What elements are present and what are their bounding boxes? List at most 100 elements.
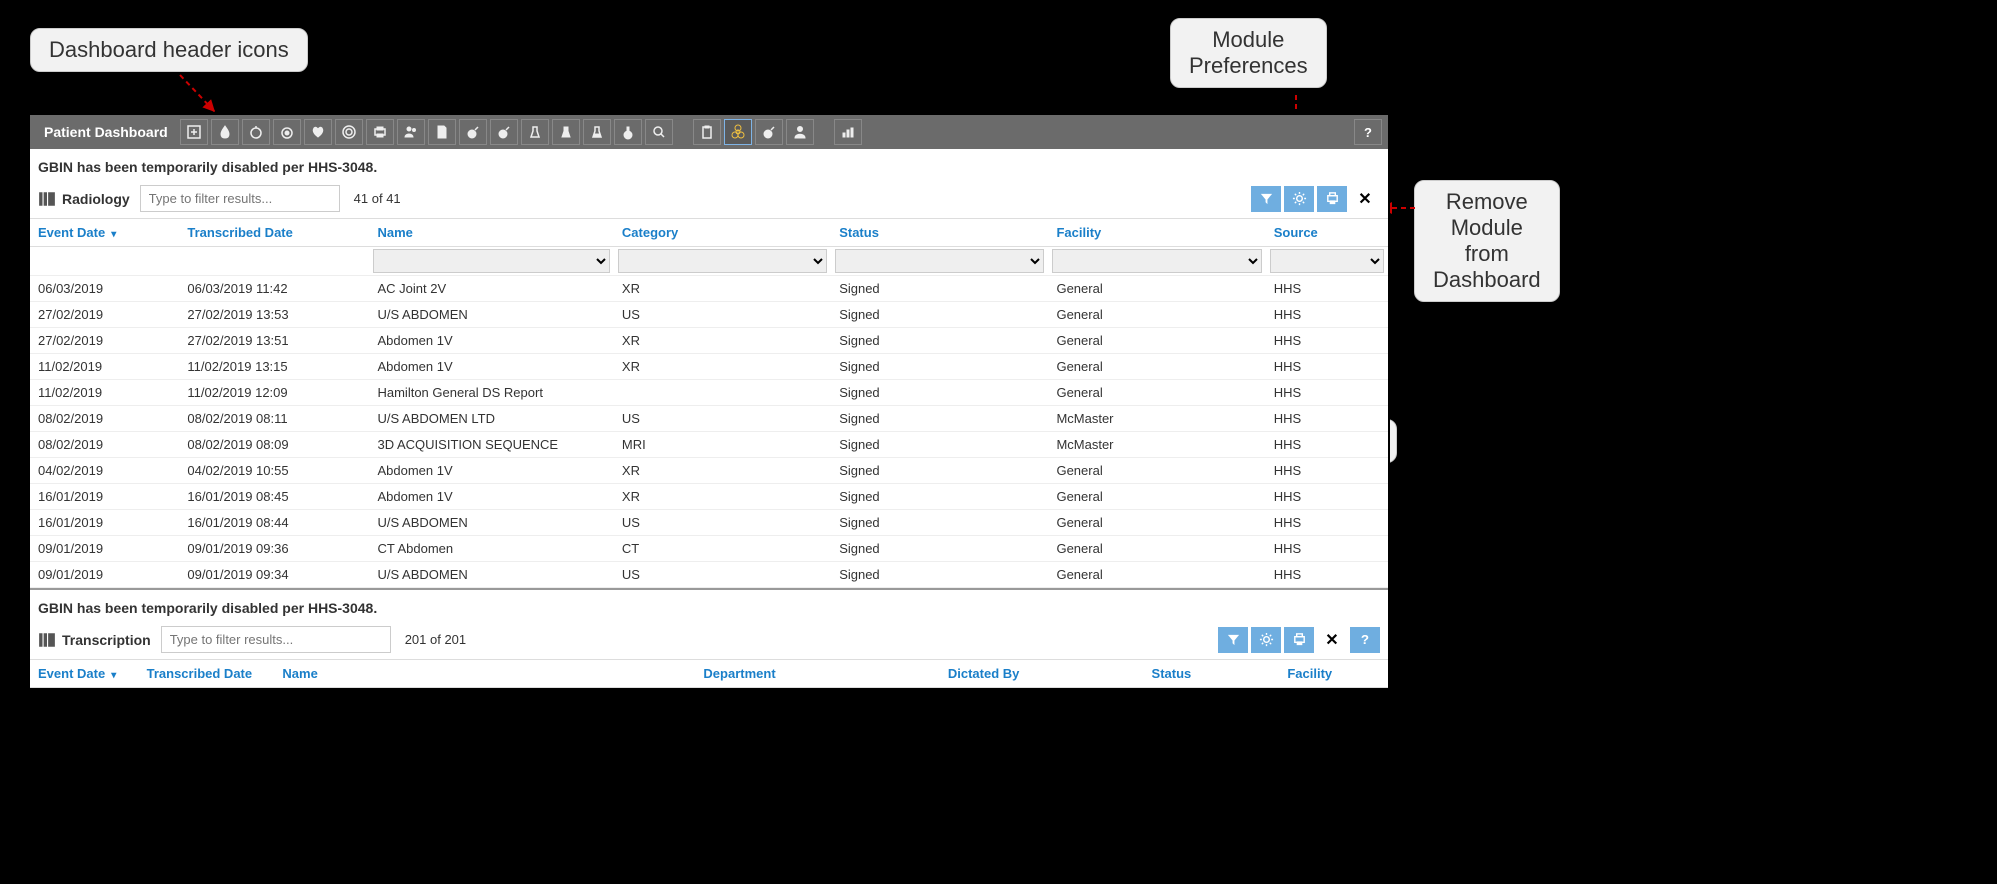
radiology-print-button[interactable] [1317,186,1347,212]
cell-status: Signed [831,432,1048,458]
table-row[interactable]: 09/01/201909/01/2019 09:36CT AbdomenCTSi… [30,536,1388,562]
cell-cat: US [614,562,831,588]
transcription-prefs-button[interactable] [1251,627,1281,653]
toolbar-hospital-icon[interactable] [180,119,208,145]
transcription-remove-button[interactable]: ✕ [1317,627,1347,653]
col-source[interactable]: Source [1266,219,1388,247]
cell-trans: 08/02/2019 08:09 [179,432,369,458]
radiology-banner: GBIN has been temporarily disabled per H… [30,149,1388,183]
sort-desc-icon: ▾ [111,229,116,240]
toolbar-heart-icon[interactable] [304,119,332,145]
radiology-remove-button[interactable]: ✕ [1350,186,1380,212]
filter-status-select[interactable] [835,249,1044,273]
toolbar-file-icon[interactable] [428,119,456,145]
toolbar-bomb1-icon[interactable] [459,119,487,145]
table-row[interactable]: 11/02/201911/02/2019 13:15Abdomen 1VXRSi… [30,354,1388,380]
cell-status: Signed [831,302,1048,328]
table-row[interactable]: 06/03/201906/03/2019 11:42AC Joint 2VXRS… [30,276,1388,302]
toolbar-drop1-icon[interactable] [242,119,270,145]
radiology-module-head: Radiology 41 of 41 ✕ [30,183,1388,218]
toolbar-person-icon[interactable] [786,119,814,145]
table-row[interactable]: 27/02/201927/02/2019 13:51Abdomen 1VXRSi… [30,328,1388,354]
table-row[interactable]: 27/02/201927/02/2019 13:53U/S ABDOMENUSS… [30,302,1388,328]
transcription-clear-filter-button[interactable] [1218,627,1248,653]
cell-fac: General [1048,328,1265,354]
table-row[interactable]: 09/01/201909/01/2019 09:34U/S ABDOMENUSS… [30,562,1388,588]
toolbar-drop2-icon[interactable] [273,119,301,145]
filter-source-select[interactable] [1270,249,1384,273]
cell-cat: XR [614,354,831,380]
cell-event: 11/02/2019 [30,380,179,406]
cell-src: HHS [1266,484,1388,510]
col-category[interactable]: Category [614,219,831,247]
col-event-date[interactable]: Event Date▾ [30,219,179,247]
table-row[interactable]: 16/01/201916/01/2019 08:44U/S ABDOMENUSS… [30,510,1388,536]
table-row[interactable]: 11/02/201911/02/2019 12:09Hamilton Gener… [30,380,1388,406]
cell-src: HHS [1266,562,1388,588]
cell-fac: General [1048,562,1265,588]
filter-category-select[interactable] [618,249,827,273]
toolbar-bomb3-icon[interactable] [755,119,783,145]
tcol-name[interactable]: Name [274,660,695,688]
toolbar-biohazard-icon[interactable] [724,119,752,145]
cell-src: HHS [1266,510,1388,536]
transcription-module-icon [38,631,56,649]
filter-name-select[interactable] [373,249,609,273]
transcription-help-button[interactable]: ? [1350,627,1380,653]
cell-fac: McMaster [1048,406,1265,432]
table-row[interactable]: 04/02/201904/02/2019 10:55Abdomen 1VXRSi… [30,458,1388,484]
radiology-clear-filter-button[interactable] [1251,186,1281,212]
cell-name: U/S ABDOMEN [369,562,613,588]
cell-fac: McMaster [1048,432,1265,458]
toolbar-print-icon[interactable] [366,119,394,145]
table-row[interactable]: 08/02/201908/02/2019 08:11U/S ABDOMEN LT… [30,406,1388,432]
header-help-button[interactable]: ? [1354,119,1382,145]
cell-name: Hamilton General DS Report [369,380,613,406]
transcription-print-button[interactable] [1284,627,1314,653]
transcription-module: GBIN has been temporarily disabled per H… [30,588,1388,688]
cell-cat: XR [614,458,831,484]
tcol-facility[interactable]: Facility [1279,660,1388,688]
toolbar-clipboard-icon[interactable] [693,119,721,145]
transcription-table: Event Date▾ Transcribed Date Name Depart… [30,659,1388,688]
toolbar-people-icon[interactable] [397,119,425,145]
cell-fac: General [1048,354,1265,380]
toolbar-magnify-icon[interactable] [645,119,673,145]
toolbar-bomb2-icon[interactable] [490,119,518,145]
table-row[interactable]: 08/02/201908/02/2019 08:093D ACQUISITION… [30,432,1388,458]
col-name[interactable]: Name [369,219,613,247]
toolbar-separator [817,119,831,145]
tcol-dictated-by[interactable]: Dictated By [940,660,1144,688]
cell-status: Signed [831,380,1048,406]
radiology-prefs-button[interactable] [1284,186,1314,212]
toolbar-flask3-icon[interactable] [583,119,611,145]
tcol-event-date[interactable]: Event Date▾ [30,660,139,688]
cell-cat: XR [614,328,831,354]
toolbar-flame-icon[interactable] [211,119,239,145]
cell-src: HHS [1266,380,1388,406]
cell-event: 08/02/2019 [30,406,179,432]
cell-name: CT Abdomen [369,536,613,562]
table-row[interactable]: 16/01/201916/01/2019 08:45Abdomen 1VXRSi… [30,484,1388,510]
tcol-transcribed-date[interactable]: Transcribed Date [139,660,275,688]
toolbar-flask2-icon[interactable] [552,119,580,145]
cell-event: 16/01/2019 [30,484,179,510]
radiology-filter-input[interactable] [140,185,340,212]
col-status[interactable]: Status [831,219,1048,247]
col-transcribed-date[interactable]: Transcribed Date [179,219,369,247]
toolbar-spiral-icon[interactable] [335,119,363,145]
tcol-status[interactable]: Status [1144,660,1280,688]
toolbar-flask1-icon[interactable] [521,119,549,145]
cell-cat: CT [614,536,831,562]
filter-facility-select[interactable] [1052,249,1261,273]
transcription-banner: GBIN has been temporarily disabled per H… [30,590,1388,624]
cell-name: AC Joint 2V [369,276,613,302]
tcol-department[interactable]: Department [695,660,939,688]
cell-fac: General [1048,380,1265,406]
transcription-filter-input[interactable] [161,626,391,653]
cell-name: U/S ABDOMEN [369,302,613,328]
toolbar-flask4-icon[interactable] [614,119,642,145]
callout-remove-module: Remove Module from Dashboard [1414,180,1560,302]
col-facility[interactable]: Facility [1048,219,1265,247]
toolbar-chart-icon[interactable] [834,119,862,145]
